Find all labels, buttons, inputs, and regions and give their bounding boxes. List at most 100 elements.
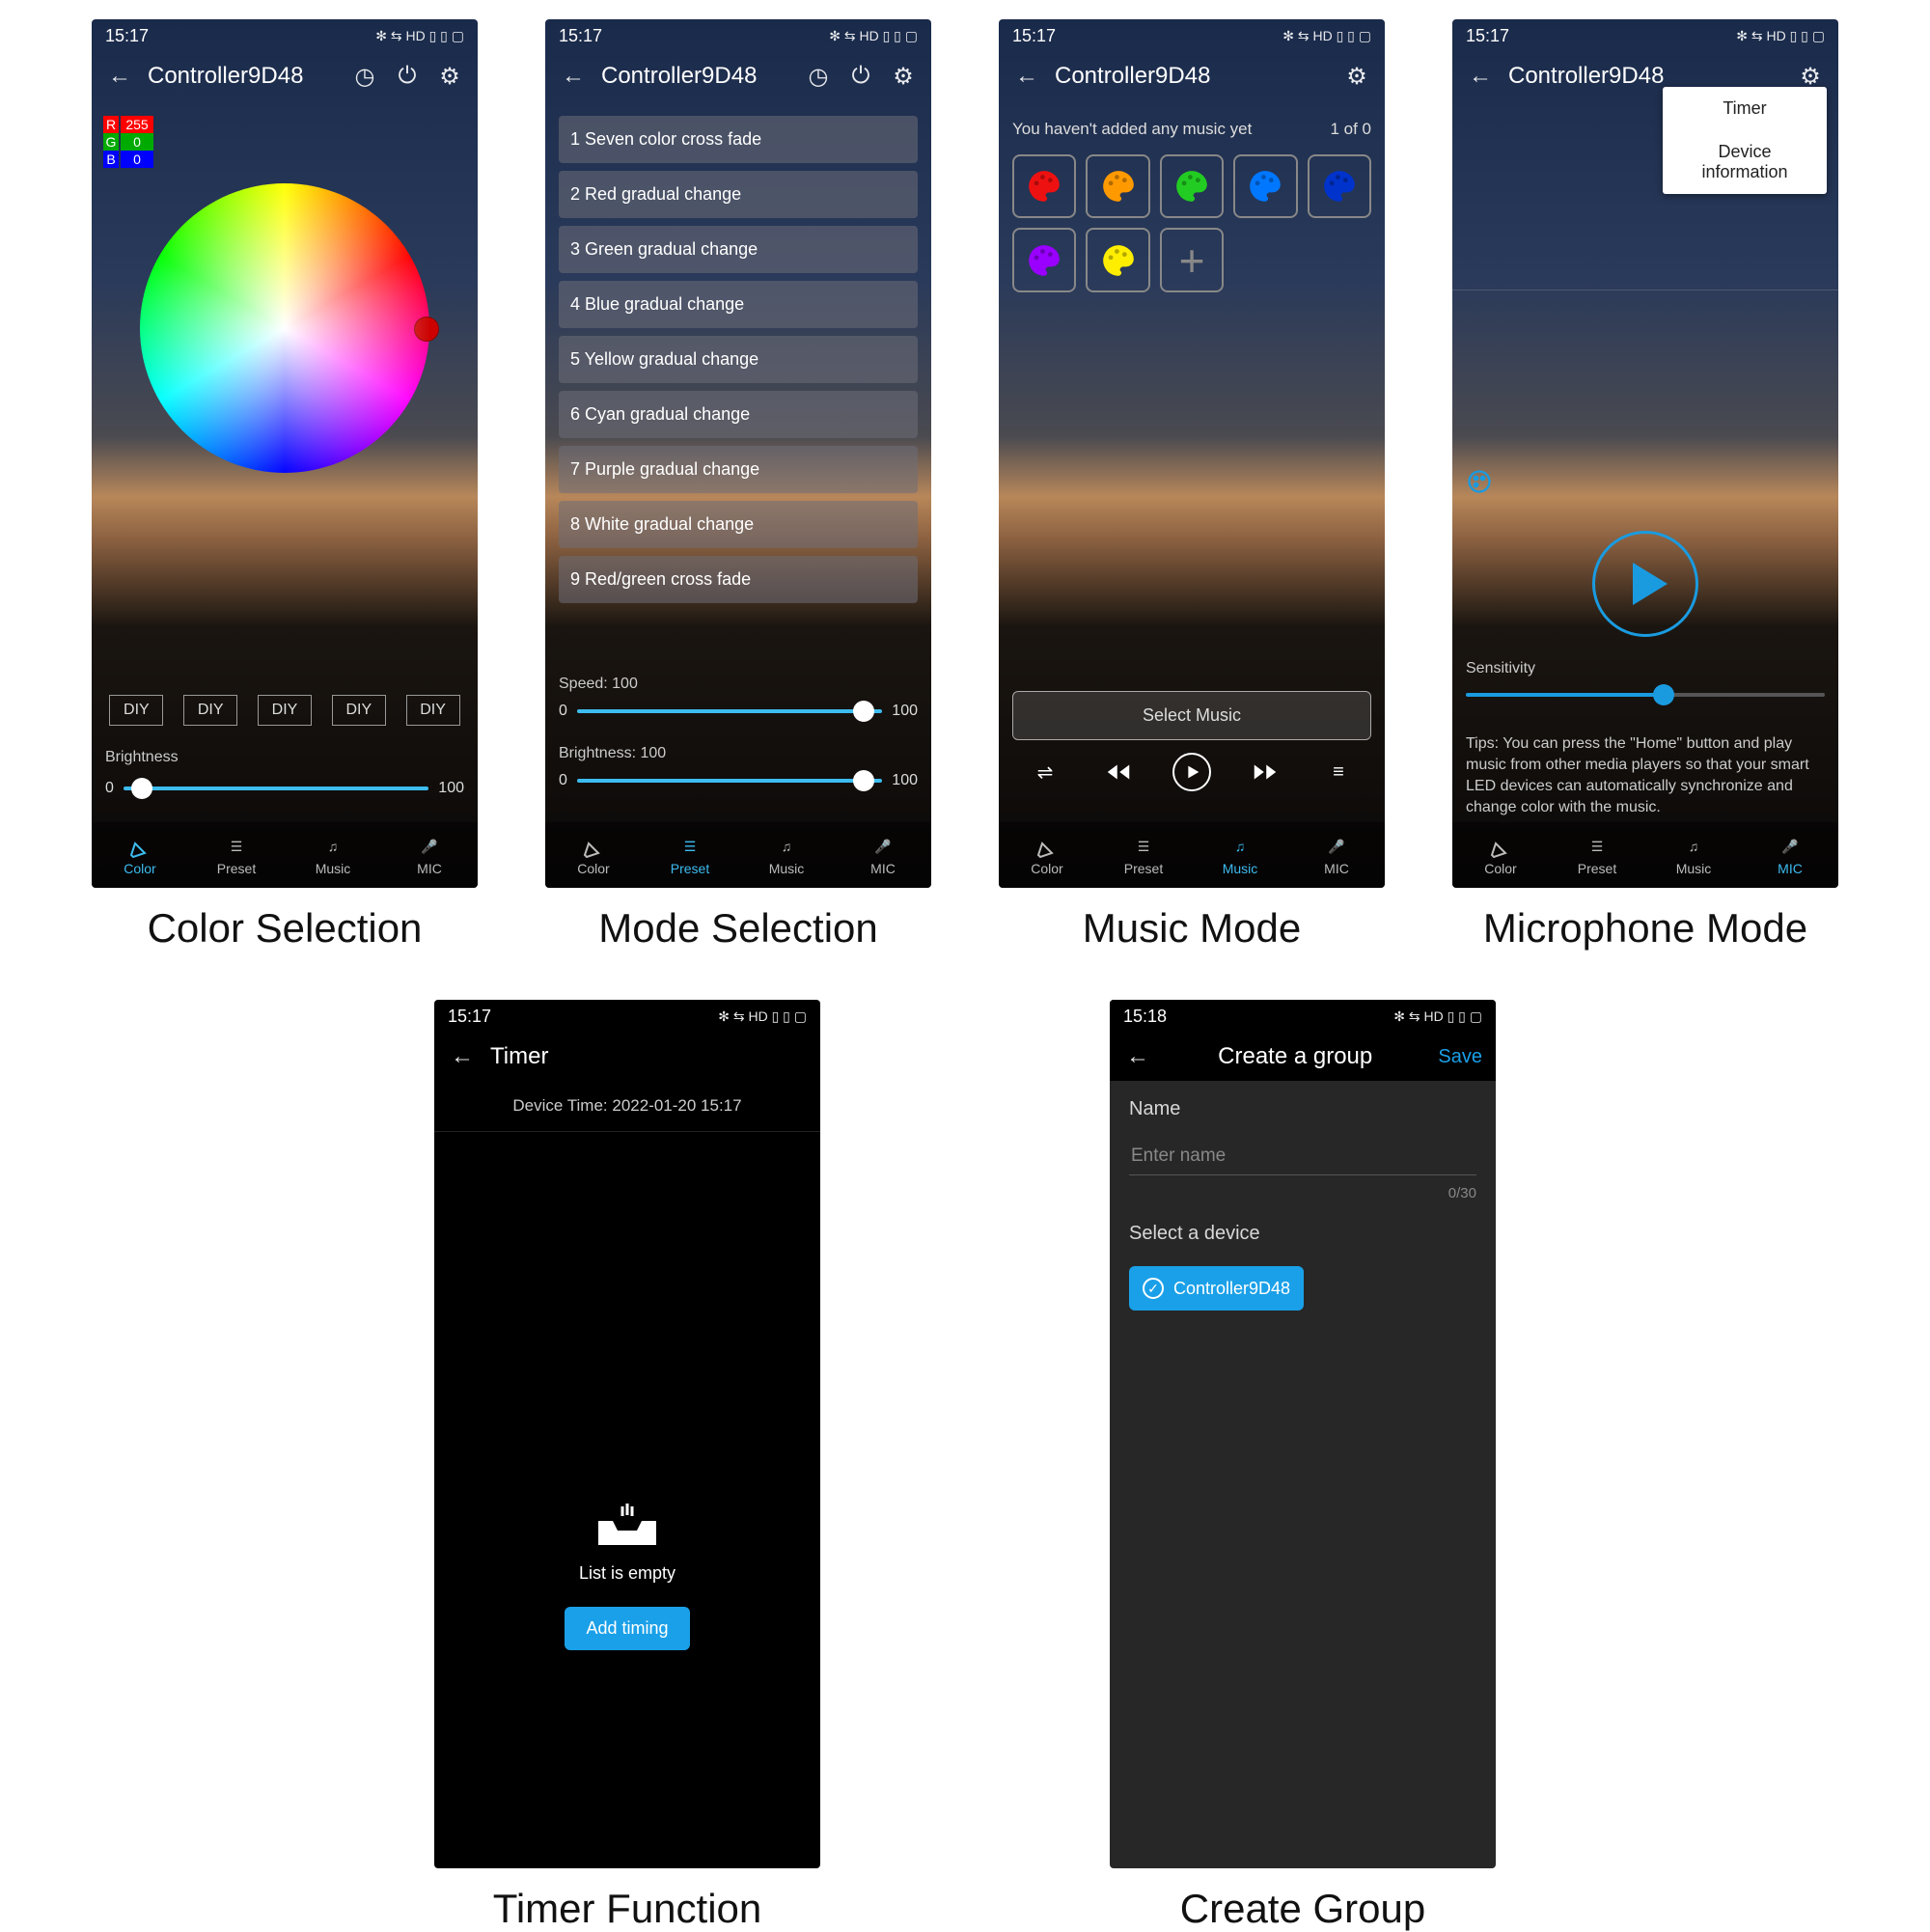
palette-add[interactable]: + bbox=[1160, 228, 1224, 291]
brightness-slider[interactable] bbox=[124, 787, 428, 790]
tab-music[interactable]: ♫Music bbox=[738, 822, 835, 888]
group-title: Create a group bbox=[1166, 1043, 1424, 1070]
back-icon[interactable]: ← bbox=[1466, 62, 1495, 91]
char-counter: 0/30 bbox=[1129, 1185, 1476, 1201]
tab-music[interactable]: ♫Music bbox=[1645, 822, 1742, 888]
dropdown-device-info[interactable]: Device information bbox=[1663, 130, 1827, 194]
next-icon[interactable] bbox=[1246, 753, 1284, 791]
speed-slider[interactable] bbox=[577, 709, 882, 713]
color-picker-handle[interactable] bbox=[414, 317, 439, 342]
power-icon[interactable]: ⏻ bbox=[393, 62, 422, 91]
mic-play-button[interactable] bbox=[1592, 531, 1698, 637]
tab-preset[interactable]: ☰Preset bbox=[1095, 822, 1192, 888]
tab-preset[interactable]: ☰Preset bbox=[1549, 822, 1645, 888]
settings-icon[interactable]: ⚙ bbox=[1342, 62, 1371, 91]
select-device-label: Select a device bbox=[1110, 1205, 1496, 1253]
header-title: Controller9D48 bbox=[148, 63, 337, 90]
shuffle-icon[interactable]: ⇌ bbox=[1026, 753, 1064, 791]
diy-slot[interactable]: DIY bbox=[332, 695, 386, 726]
preset-item[interactable]: 4 Blue gradual change bbox=[559, 281, 918, 328]
inbox-icon bbox=[593, 1502, 661, 1550]
device-time: Device Time: 2022-01-20 15:17 bbox=[434, 1081, 820, 1132]
tab-mic[interactable]: 🎤MIC bbox=[1288, 822, 1385, 888]
back-icon[interactable]: ← bbox=[1123, 1042, 1152, 1071]
mic-tips: Tips: You can press the "Home" button an… bbox=[1466, 733, 1825, 818]
palette-item[interactable] bbox=[1086, 154, 1149, 218]
tab-mic[interactable]: 🎤MIC bbox=[1742, 822, 1838, 888]
screen-mic: 15:17✻ ⇆ HD ▯ ▯ ▢ ← Controller9D48 ⚙ Tim… bbox=[1452, 19, 1838, 888]
palette-icon[interactable] bbox=[1466, 468, 1493, 501]
brightness-slider[interactable] bbox=[577, 779, 882, 783]
preset-item[interactable]: 6 Cyan gradual change bbox=[559, 391, 918, 438]
preset-item[interactable]: 7 Purple gradual change bbox=[559, 446, 918, 493]
settings-icon[interactable]: ⚙ bbox=[435, 62, 464, 91]
preset-item[interactable]: 9 Red/green cross fade bbox=[559, 556, 918, 603]
slider-thumb[interactable] bbox=[853, 770, 874, 791]
playlist-icon[interactable]: ≡ bbox=[1319, 753, 1358, 791]
palette-item[interactable] bbox=[1086, 228, 1149, 291]
tab-music[interactable]: ♫Music bbox=[1192, 822, 1288, 888]
palette-grid: + bbox=[1012, 154, 1371, 292]
palette-item[interactable] bbox=[1233, 154, 1297, 218]
preset-item[interactable]: 8 White gradual change bbox=[559, 501, 918, 548]
tab-mic[interactable]: 🎤MIC bbox=[381, 822, 478, 888]
device-chip[interactable]: ✓ Controller9D48 bbox=[1129, 1266, 1304, 1311]
speed-label: Speed: 100 bbox=[559, 676, 638, 693]
diy-slot[interactable]: DIY bbox=[109, 695, 163, 726]
tab-color[interactable]: Color bbox=[999, 822, 1095, 888]
tab-color[interactable]: Color bbox=[545, 822, 642, 888]
screen-music: 15:17✻ ⇆ HD ▯ ▯ ▢ ← Controller9D48 ⚙ You… bbox=[999, 19, 1385, 888]
tab-mic[interactable]: 🎤MIC bbox=[835, 822, 931, 888]
preset-item[interactable]: 1 Seven color cross fade bbox=[559, 116, 918, 163]
slider-thumb[interactable] bbox=[1653, 684, 1674, 705]
slider-thumb[interactable] bbox=[131, 778, 152, 799]
color-wheel[interactable] bbox=[140, 183, 429, 473]
palette-item[interactable] bbox=[1308, 154, 1371, 218]
preset-item[interactable]: 2 Red gradual change bbox=[559, 171, 918, 218]
power-icon[interactable]: ⏻ bbox=[846, 62, 875, 91]
back-icon[interactable]: ← bbox=[1012, 62, 1041, 91]
group-name-input[interactable]: Enter name bbox=[1129, 1138, 1476, 1175]
preset-item[interactable]: 3 Green gradual change bbox=[559, 226, 918, 273]
tab-preset[interactable]: ☰Preset bbox=[642, 822, 738, 888]
settings-icon[interactable]: ⚙ bbox=[889, 62, 918, 91]
music-count: 1 of 0 bbox=[1330, 120, 1371, 139]
prev-icon[interactable] bbox=[1099, 753, 1138, 791]
diy-slot[interactable]: DIY bbox=[406, 695, 460, 726]
palette-item[interactable] bbox=[1160, 154, 1224, 218]
diy-row: DIY DIY DIY DIY DIY bbox=[92, 695, 478, 726]
screen-color: 15:17 ✻ ⇆ HD ▯ ▯ ▢ ← Controller9D48 ◷ ⏻ … bbox=[92, 19, 478, 888]
timer-title: Timer bbox=[490, 1043, 807, 1070]
check-icon: ✓ bbox=[1143, 1278, 1164, 1299]
preset-list[interactable]: 1 Seven color cross fade 2 Red gradual ch… bbox=[559, 116, 918, 676]
sensitivity-label: Sensitivity bbox=[1466, 660, 1535, 677]
status-bar: 15:17 ✻ ⇆ HD ▯ ▯ ▢ bbox=[92, 19, 478, 52]
back-icon[interactable]: ← bbox=[448, 1042, 477, 1071]
dropdown-timer[interactable]: Timer bbox=[1663, 87, 1827, 130]
screen-timer: 15:17✻ ⇆ HD ▯ ▯ ▢ ← Timer Device Time: 2… bbox=[434, 1000, 820, 1868]
screen-group: 15:18✻ ⇆ HD ▯ ▯ ▢ ← Create a group Save … bbox=[1110, 1000, 1496, 1868]
play-button[interactable] bbox=[1172, 753, 1211, 791]
empty-label: List is empty bbox=[579, 1563, 676, 1584]
timer-icon[interactable]: ◷ bbox=[350, 62, 379, 91]
tab-color[interactable]: Color bbox=[1452, 822, 1549, 888]
sensitivity-slider[interactable] bbox=[1466, 693, 1825, 697]
palette-item[interactable] bbox=[1012, 228, 1076, 291]
brightness-label: Brightness: 100 bbox=[559, 745, 666, 762]
back-icon[interactable]: ← bbox=[105, 62, 134, 91]
save-button[interactable]: Save bbox=[1438, 1046, 1482, 1068]
preset-item[interactable]: 5 Yellow gradual change bbox=[559, 336, 918, 383]
tab-music[interactable]: ♫Music bbox=[285, 822, 381, 888]
add-timing-button[interactable]: Add timing bbox=[565, 1607, 689, 1650]
select-music-button[interactable]: Select Music bbox=[1012, 691, 1371, 740]
status-icons: ✻ ⇆ HD ▯ ▯ ▢ bbox=[375, 28, 464, 44]
tab-preset[interactable]: ☰Preset bbox=[188, 822, 285, 888]
tab-color[interactable]: Color bbox=[92, 822, 188, 888]
timer-icon[interactable]: ◷ bbox=[804, 62, 833, 91]
diy-slot[interactable]: DIY bbox=[258, 695, 312, 726]
back-icon[interactable]: ← bbox=[559, 62, 588, 91]
diy-slot[interactable]: DIY bbox=[183, 695, 237, 726]
palette-item[interactable] bbox=[1012, 154, 1076, 218]
rgb-indicator: R255 G0 B0 bbox=[103, 116, 153, 168]
slider-thumb[interactable] bbox=[853, 701, 874, 722]
